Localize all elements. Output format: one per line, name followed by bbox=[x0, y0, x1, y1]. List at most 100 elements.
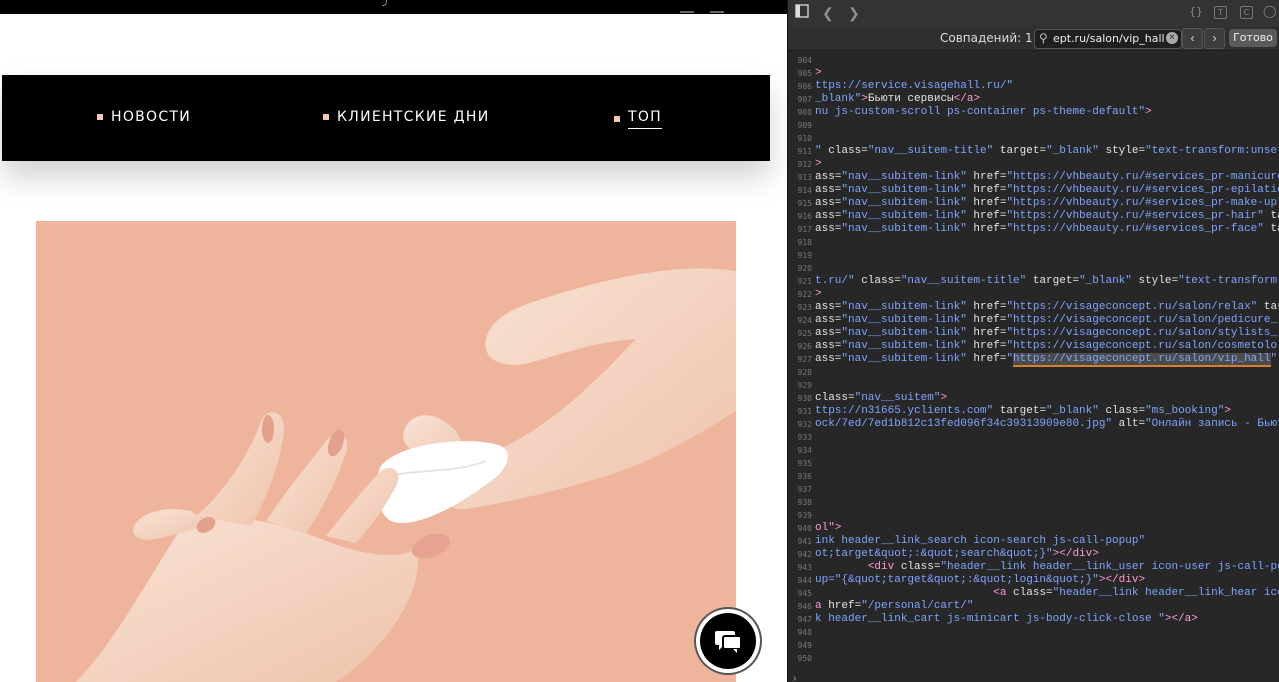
find-input-value: ept.ru/salon/vip_hall bbox=[1053, 32, 1165, 45]
nav-item-label: КЛИЕНТСКИЕ ДНИ bbox=[337, 109, 490, 125]
code-text: class="nav__suitem"> bbox=[815, 392, 948, 404]
line-number: 920 bbox=[797, 264, 812, 273]
code-line: 904 bbox=[788, 54, 1279, 67]
code-line: 944 up="{&quot;target&quot;:&quot;login&q… bbox=[788, 574, 1279, 587]
type-c-icon[interactable]: C bbox=[1240, 6, 1253, 19]
code-text: ass="nav__subitem-link" href="https://vi… bbox=[815, 327, 1278, 339]
code-line: 921 t.ru/" class="nav__suitem-title" targ… bbox=[788, 275, 1279, 288]
line-number: 912 bbox=[797, 160, 812, 169]
line-number: 938 bbox=[797, 498, 812, 507]
header-icons bbox=[680, 0, 740, 13]
nav-item-top[interactable]: ТОП bbox=[614, 109, 662, 129]
nav-item-news[interactable]: НОВОСТИ bbox=[97, 109, 191, 125]
line-number: 914 bbox=[797, 186, 812, 195]
line-number: 924 bbox=[797, 316, 812, 325]
code-line: 937 bbox=[788, 483, 1279, 496]
code-line: 947 k header__link_cart js-minicart js-bo… bbox=[788, 613, 1279, 626]
code-line: 925 ass="nav__subitem-link" href="https:/… bbox=[788, 327, 1279, 340]
code-text: ass="nav__subitem-link" href="https://vi… bbox=[815, 314, 1278, 326]
line-number: 915 bbox=[797, 199, 812, 208]
code-line: 926 ass="nav__subitem-link" href="https:/… bbox=[788, 340, 1279, 353]
code-text: > bbox=[815, 288, 822, 300]
code-text: ot;target&quot;:&quot;search&quot;}"></d… bbox=[815, 548, 1099, 560]
line-number: 910 bbox=[797, 134, 812, 143]
code-line: 914 ass="nav__subitem-link" href="https:/… bbox=[788, 184, 1279, 197]
code-line: 917 ass="nav__subitem-link" href="https:/… bbox=[788, 223, 1279, 236]
code-text: ol"> bbox=[815, 522, 842, 534]
code-text: nu js-custom-scroll ps-container ps-them… bbox=[815, 106, 1152, 118]
code-text: a href="/personal/cart/" bbox=[815, 600, 974, 612]
code-text: ock/7ed/7ed1b812c13fed096f34c39313909e80… bbox=[815, 418, 1279, 430]
code-text: _blank">Бьюти сервисы</a> bbox=[815, 93, 981, 105]
forward-arrow-icon[interactable]: ❯ bbox=[848, 5, 860, 21]
code-line: 929 bbox=[788, 379, 1279, 392]
line-number: 933 bbox=[797, 433, 812, 442]
source-code-view[interactable]: 904 905 >906 ttps://service.visagehall.ru/"… bbox=[788, 50, 1279, 682]
hands-with-cotton-pad-illustration bbox=[76, 268, 736, 682]
code-line: 946 a href="/personal/cart/" bbox=[788, 600, 1279, 613]
nav-item-client-days[interactable]: КЛИЕНТСКИЕ ДНИ bbox=[323, 109, 490, 125]
bullet-icon bbox=[97, 114, 103, 120]
code-line: 938 bbox=[788, 496, 1279, 509]
code-text: " class="nav__suitem-title" target="_bla… bbox=[815, 145, 1279, 157]
line-number: 931 bbox=[797, 407, 812, 416]
line-number: 937 bbox=[797, 485, 812, 494]
line-number: 942 bbox=[797, 550, 812, 559]
chat-bubbles-icon bbox=[715, 631, 742, 653]
code-line: 935 bbox=[788, 457, 1279, 470]
line-number: 946 bbox=[797, 602, 812, 611]
line-number: 940 bbox=[797, 524, 812, 533]
back-arrow-icon[interactable]: ❮ bbox=[822, 5, 834, 21]
chat-button[interactable] bbox=[694, 607, 762, 675]
line-number: 904 bbox=[797, 56, 812, 65]
braces-icon[interactable]: {} bbox=[1189, 6, 1203, 17]
line-number: 907 bbox=[797, 95, 812, 104]
code-line: 915 ass="nav__subitem-link" href="https:/… bbox=[788, 197, 1279, 210]
line-number: 916 bbox=[797, 212, 812, 221]
line-number: 932 bbox=[797, 420, 812, 429]
matches-count: Совпадений: 1 bbox=[940, 31, 1033, 45]
line-number: 936 bbox=[797, 472, 812, 481]
web-page: НОВОСТИ КЛИЕНТСКИЕ ДНИ ТОП bbox=[0, 0, 787, 682]
search-icon: ⚲ bbox=[1039, 31, 1048, 45]
header-strip bbox=[0, 0, 787, 14]
console-prompt-icon: › bbox=[793, 673, 797, 682]
line-number: 950 bbox=[797, 654, 812, 663]
line-number: 922 bbox=[797, 290, 812, 299]
line-number: 917 bbox=[797, 225, 812, 234]
code-line: 916 ass="nav__subitem-link" href="https:/… bbox=[788, 210, 1279, 223]
compass-icon[interactable]: ◯ bbox=[1263, 5, 1276, 17]
line-number: 941 bbox=[797, 537, 812, 546]
line-number: 939 bbox=[797, 511, 812, 520]
code-text: ass="nav__subitem-link" href="https://vh… bbox=[815, 197, 1279, 209]
line-number: 935 bbox=[797, 459, 812, 468]
code-line: 911 " class="nav__suitem-title" target="_… bbox=[788, 145, 1279, 158]
find-input[interactable]: ⚲ ept.ru/salon/vip_hall × bbox=[1034, 29, 1182, 49]
type-t-icon[interactable]: T bbox=[1214, 6, 1227, 19]
code-line: 942 ot;target&quot;:&quot;search&quot;}">… bbox=[788, 548, 1279, 561]
bullet-icon bbox=[323, 114, 329, 120]
sidebar-toggle-icon[interactable] bbox=[795, 4, 809, 21]
code-text: ass="nav__subitem-link" href="https://vi… bbox=[815, 301, 1279, 313]
previous-match-button[interactable]: ‹ bbox=[1182, 28, 1203, 49]
code-text: ass="nav__subitem-link" href="https://vh… bbox=[815, 184, 1279, 196]
line-number: 930 bbox=[797, 394, 812, 403]
code-line: 913 ass="nav__subitem-link" href="https:/… bbox=[788, 171, 1279, 184]
code-line: 912 > bbox=[788, 158, 1279, 171]
code-line: 908 nu js-custom-scroll ps-container ps-t… bbox=[788, 106, 1279, 119]
code-line: 932 ock/7ed/7ed1b812c13fed096f34c39313909… bbox=[788, 418, 1279, 431]
next-match-button[interactable]: › bbox=[1204, 28, 1225, 49]
line-number: 921 bbox=[797, 277, 812, 286]
line-number: 943 bbox=[797, 563, 812, 572]
web-inspector-panel: ❮ ❯ {} T C ◯ Совпадений: 1 ⚲ ept.ru/salo… bbox=[787, 0, 1279, 682]
code-line: 922 > bbox=[788, 288, 1279, 301]
code-line: 933 bbox=[788, 431, 1279, 444]
code-text: ass="nav__subitem-link" href="https://vh… bbox=[815, 210, 1279, 222]
bullet-icon bbox=[614, 116, 620, 122]
clear-icon[interactable]: × bbox=[1166, 32, 1178, 44]
done-button[interactable]: Готово bbox=[1229, 29, 1277, 47]
code-text: ttps://service.visagehall.ru/" bbox=[815, 80, 1014, 92]
line-number: 911 bbox=[797, 147, 812, 156]
logo-fragment bbox=[382, 0, 387, 6]
line-number: 909 bbox=[797, 121, 812, 130]
